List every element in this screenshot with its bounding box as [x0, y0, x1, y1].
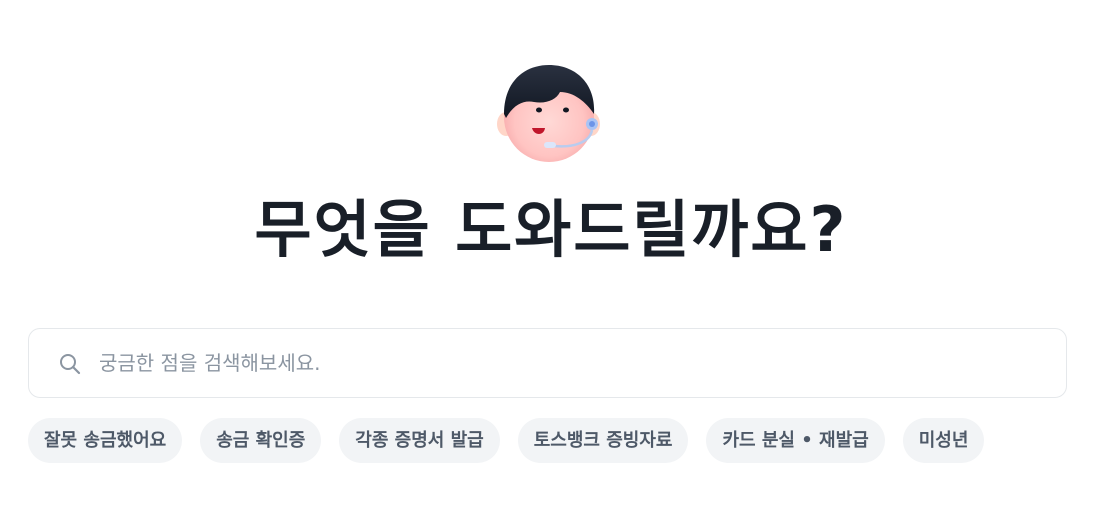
topic-chip-wrong-transfer[interactable]: 잘못 송금했어요	[28, 418, 183, 463]
topic-chip-certificates[interactable]: 각종 증명서 발급	[339, 418, 500, 463]
topic-chip-card-lost-reissue[interactable]: 카드 분실 • 재발급	[706, 418, 885, 463]
support-agent-avatar-icon	[494, 62, 604, 168]
suggested-topics: 잘못 송금했어요 송금 확인증 각종 증명서 발급 토스뱅크 증빙자료 카드 분…	[28, 418, 985, 463]
search-input[interactable]	[99, 329, 1039, 397]
topic-chip-transfer-receipt[interactable]: 송금 확인증	[200, 418, 322, 463]
search-icon[interactable]	[59, 353, 81, 375]
topic-chip-tossbank-documents[interactable]: 토스뱅크 증빙자료	[517, 418, 689, 463]
search-bar[interactable]	[28, 328, 1067, 398]
topic-chip-minors[interactable]: 미성년	[902, 418, 985, 463]
page-title: 무엇을 도와드릴까요?	[254, 193, 848, 266]
help-center-page: 무엇을 도와드릴까요? 잘못 송금했어요 송금 확인증 각종 증명서 발급 토스…	[0, 0, 1102, 507]
